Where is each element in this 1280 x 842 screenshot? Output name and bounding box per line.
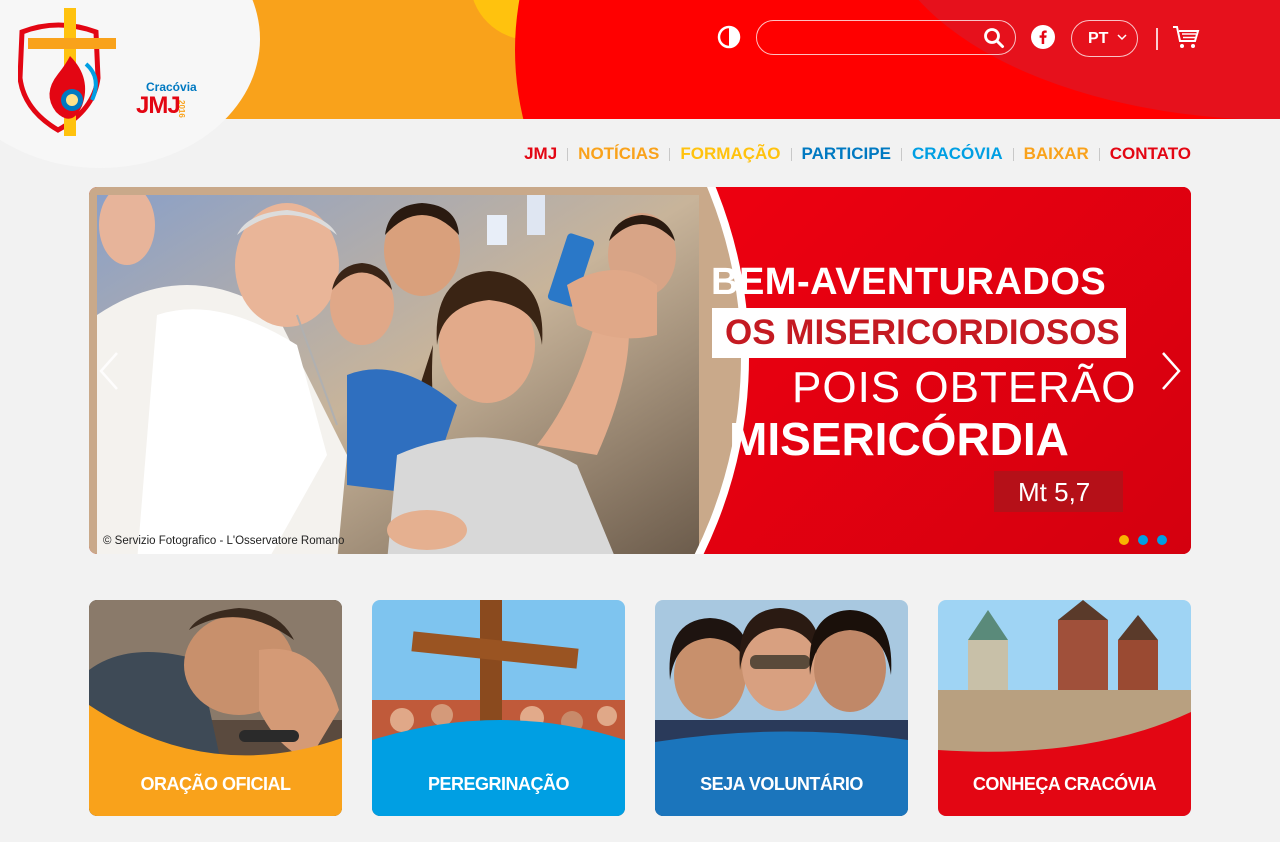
nav-item-baixar[interactable]: BAIXAR [1024, 144, 1089, 164]
card-conheca-cracovia[interactable]: CONHEÇA CRACÓVIA [938, 600, 1191, 816]
nav-item-formacao[interactable]: FORMAÇÃO [680, 144, 780, 164]
cart-button[interactable] [1172, 24, 1200, 50]
site-logo[interactable]: Cracóvia JMJ 2016 [18, 8, 197, 138]
slide-headline-2: OS MISERICORDIOSOS [725, 313, 1120, 352]
nav-item-cracovia[interactable]: CRACÓVIA [912, 144, 1003, 164]
card-peregrinacao[interactable]: PEREGRINAÇÃO [372, 600, 625, 816]
jmj-cross-logo-icon [18, 8, 116, 136]
nav-separator [900, 147, 902, 161]
contrast-icon [717, 25, 741, 49]
slide-headline-4: MISERICÓRDIA [729, 413, 1069, 465]
card-seja-voluntario[interactable]: SEJA VOLUNTÁRIO [655, 600, 908, 816]
slide-reference: Mt 5,7 [1018, 477, 1091, 507]
search-icon [984, 28, 1004, 48]
slider-next-button[interactable] [1159, 351, 1183, 391]
card-label: ORAÇÃO OFICIAL [140, 774, 292, 794]
language-selector[interactable]: PT [1071, 20, 1138, 57]
card-label: CONHEÇA CRACÓVIA [972, 774, 1157, 794]
facebook-link[interactable] [1031, 25, 1055, 49]
logo-brand: JMJ [136, 92, 181, 119]
card-label: PEREGRINAÇÃO [427, 774, 570, 794]
nav-item-participe[interactable]: PARTICIPE [802, 144, 891, 164]
photo-credit: © Servizio Fotografico - L'Osservatore R… [103, 535, 345, 547]
search-button[interactable] [983, 27, 1005, 49]
slide-photo [89, 187, 749, 554]
cart-icon [1173, 26, 1200, 48]
logo-year: 2016 [177, 100, 186, 118]
facebook-icon [1031, 25, 1055, 49]
chevron-left-icon [99, 352, 118, 390]
nav-separator [669, 147, 671, 161]
nav-separator [1098, 147, 1100, 161]
slider-dot-2[interactable] [1138, 535, 1148, 545]
slider-dot-3[interactable] [1157, 535, 1167, 545]
search-input[interactable] [771, 28, 981, 48]
card-label: SEJA VOLUNTÁRIO [700, 774, 863, 794]
nav-separator [567, 147, 569, 161]
search-box [756, 20, 1016, 55]
nav-item-jmj[interactable]: JMJ [524, 144, 557, 164]
language-label: PT [1088, 30, 1109, 47]
slide-headline-1: BEM-AVENTURADOS [711, 261, 1107, 303]
hero-slider: BEM-AVENTURADOS OS MISERICORDIOSOS POIS … [89, 187, 1191, 554]
header-divider [1156, 28, 1158, 50]
nav-item-noticias[interactable]: NOTÍCIAS [578, 144, 659, 164]
nav-item-contato[interactable]: CONTATO [1110, 144, 1191, 164]
contrast-toggle-button[interactable] [717, 25, 741, 49]
nav-separator [1012, 147, 1014, 161]
main-navigation: JMJ NOTÍCIAS FORMAÇÃO PARTICIPE CRACÓVIA BAIX… [524, 144, 1191, 164]
card-oracao-oficial[interactable]: ORAÇÃO OFICIAL [89, 600, 342, 816]
selfie-photo-illustration [97, 187, 699, 554]
nav-separator [790, 147, 792, 161]
slider-dots [1119, 535, 1167, 545]
chevron-right-icon [1162, 352, 1181, 390]
slider-dot-1[interactable] [1119, 535, 1129, 545]
slider-prev-button[interactable] [97, 351, 121, 391]
slide-headline-3: POIS OBTERÃO [792, 363, 1137, 412]
chevron-down-icon [1117, 34, 1127, 41]
